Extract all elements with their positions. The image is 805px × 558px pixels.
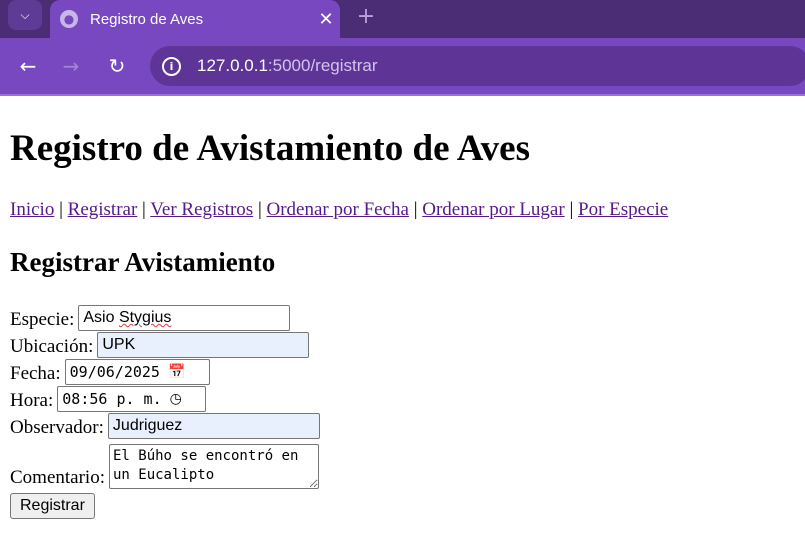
- nav-link-ver-registros[interactable]: Ver Registros: [150, 199, 253, 220]
- nav-link-por-especie[interactable]: Por Especie: [578, 199, 668, 220]
- new-tab-button[interactable]: +: [352, 2, 380, 30]
- forward-arrow-icon[interactable]: →: [57, 52, 85, 80]
- nav-separator: |: [413, 199, 418, 220]
- comentario-textarea[interactable]: El Búho se encontró en un Eucalipto: [108, 444, 319, 489]
- row-especie: Especie: Asio Stygius: [10, 304, 320, 331]
- fecha-input[interactable]: 09/06/2025 📅: [64, 359, 210, 385]
- fecha-value: 09/06/2025: [69, 363, 160, 381]
- observador-label: Observador:: [10, 417, 104, 438]
- nav-separator: |: [257, 199, 262, 220]
- nav-separator: |: [569, 199, 574, 220]
- hora-label: Hora:: [10, 390, 54, 411]
- row-observador: Observador: Judriguez: [10, 412, 320, 439]
- observador-input[interactable]: Judriguez: [107, 413, 320, 439]
- row-submit: Registrar: [10, 491, 320, 521]
- nav-link-registrar[interactable]: Registrar: [68, 199, 138, 220]
- info-icon[interactable]: i: [162, 56, 181, 76]
- especie-label: Especie:: [10, 309, 75, 330]
- hora-value: 08:56 p. m.: [62, 390, 162, 408]
- back-arrow-icon[interactable]: ←: [14, 52, 42, 80]
- nav-separator: |: [142, 199, 146, 220]
- fecha-label: Fecha:: [10, 363, 61, 384]
- reload-icon[interactable]: ↻: [103, 52, 131, 80]
- tab-search-button[interactable]: ⌵: [8, 0, 42, 30]
- nav-links: Inicio | Registrar | Ver Registros | Ord…: [10, 199, 668, 221]
- row-fecha: Fecha: 09/06/2025 📅: [10, 358, 320, 385]
- comentario-label: Comentario:: [10, 467, 105, 488]
- chevron-down-icon: ⌵: [20, 7, 30, 22]
- page-title: Registro de Avistamiento de Aves: [10, 128, 531, 169]
- especie-input[interactable]: Asio Stygius: [78, 305, 291, 331]
- browser-toolbar: ← → ↻ i 127.0.0.1:5000/registrar: [0, 38, 805, 96]
- tab-title: Registro de Aves: [90, 10, 204, 28]
- address-bar[interactable]: i 127.0.0.1:5000/registrar: [150, 46, 805, 86]
- globe-icon: ●: [60, 10, 78, 28]
- row-ubicacion: Ubicación: UPK: [10, 331, 320, 358]
- row-comentario: Comentario: El Búho se encontró en un Eu…: [10, 439, 320, 489]
- url-path: :5000/registrar: [267, 56, 378, 75]
- url-host: 127.0.0.1: [197, 56, 268, 75]
- row-hora: Hora: 08:56 p. m. ◷: [10, 385, 320, 412]
- section-title: Registrar Avistamiento: [10, 247, 276, 277]
- tab-strip: ⌵ ● Registro de Aves ✕ +: [0, 0, 805, 38]
- sighting-form: Especie: Asio Stygius Ubicación: UPK Fec…: [10, 304, 320, 521]
- calendar-icon[interactable]: 📅: [168, 364, 185, 380]
- nav-separator: |: [59, 199, 63, 220]
- clock-icon[interactable]: ◷: [170, 391, 182, 407]
- nav-link-inicio[interactable]: Inicio: [10, 199, 54, 220]
- especie-value-first: Asio: [83, 309, 115, 326]
- close-icon[interactable]: ✕: [312, 9, 340, 30]
- especie-value-second: Stygius: [118, 309, 172, 326]
- nav-link-ordenar-lugar[interactable]: Ordenar por Lugar: [422, 199, 564, 220]
- registrar-button[interactable]: Registrar: [10, 493, 95, 519]
- hora-input[interactable]: 08:56 p. m. ◷: [57, 386, 207, 412]
- nav-link-ordenar-fecha[interactable]: Ordenar por Fecha: [267, 199, 409, 220]
- ubicacion-label: Ubicación:: [10, 336, 94, 357]
- active-tab[interactable]: ● Registro de Aves ✕: [50, 0, 340, 38]
- ubicacion-input[interactable]: UPK: [97, 332, 310, 358]
